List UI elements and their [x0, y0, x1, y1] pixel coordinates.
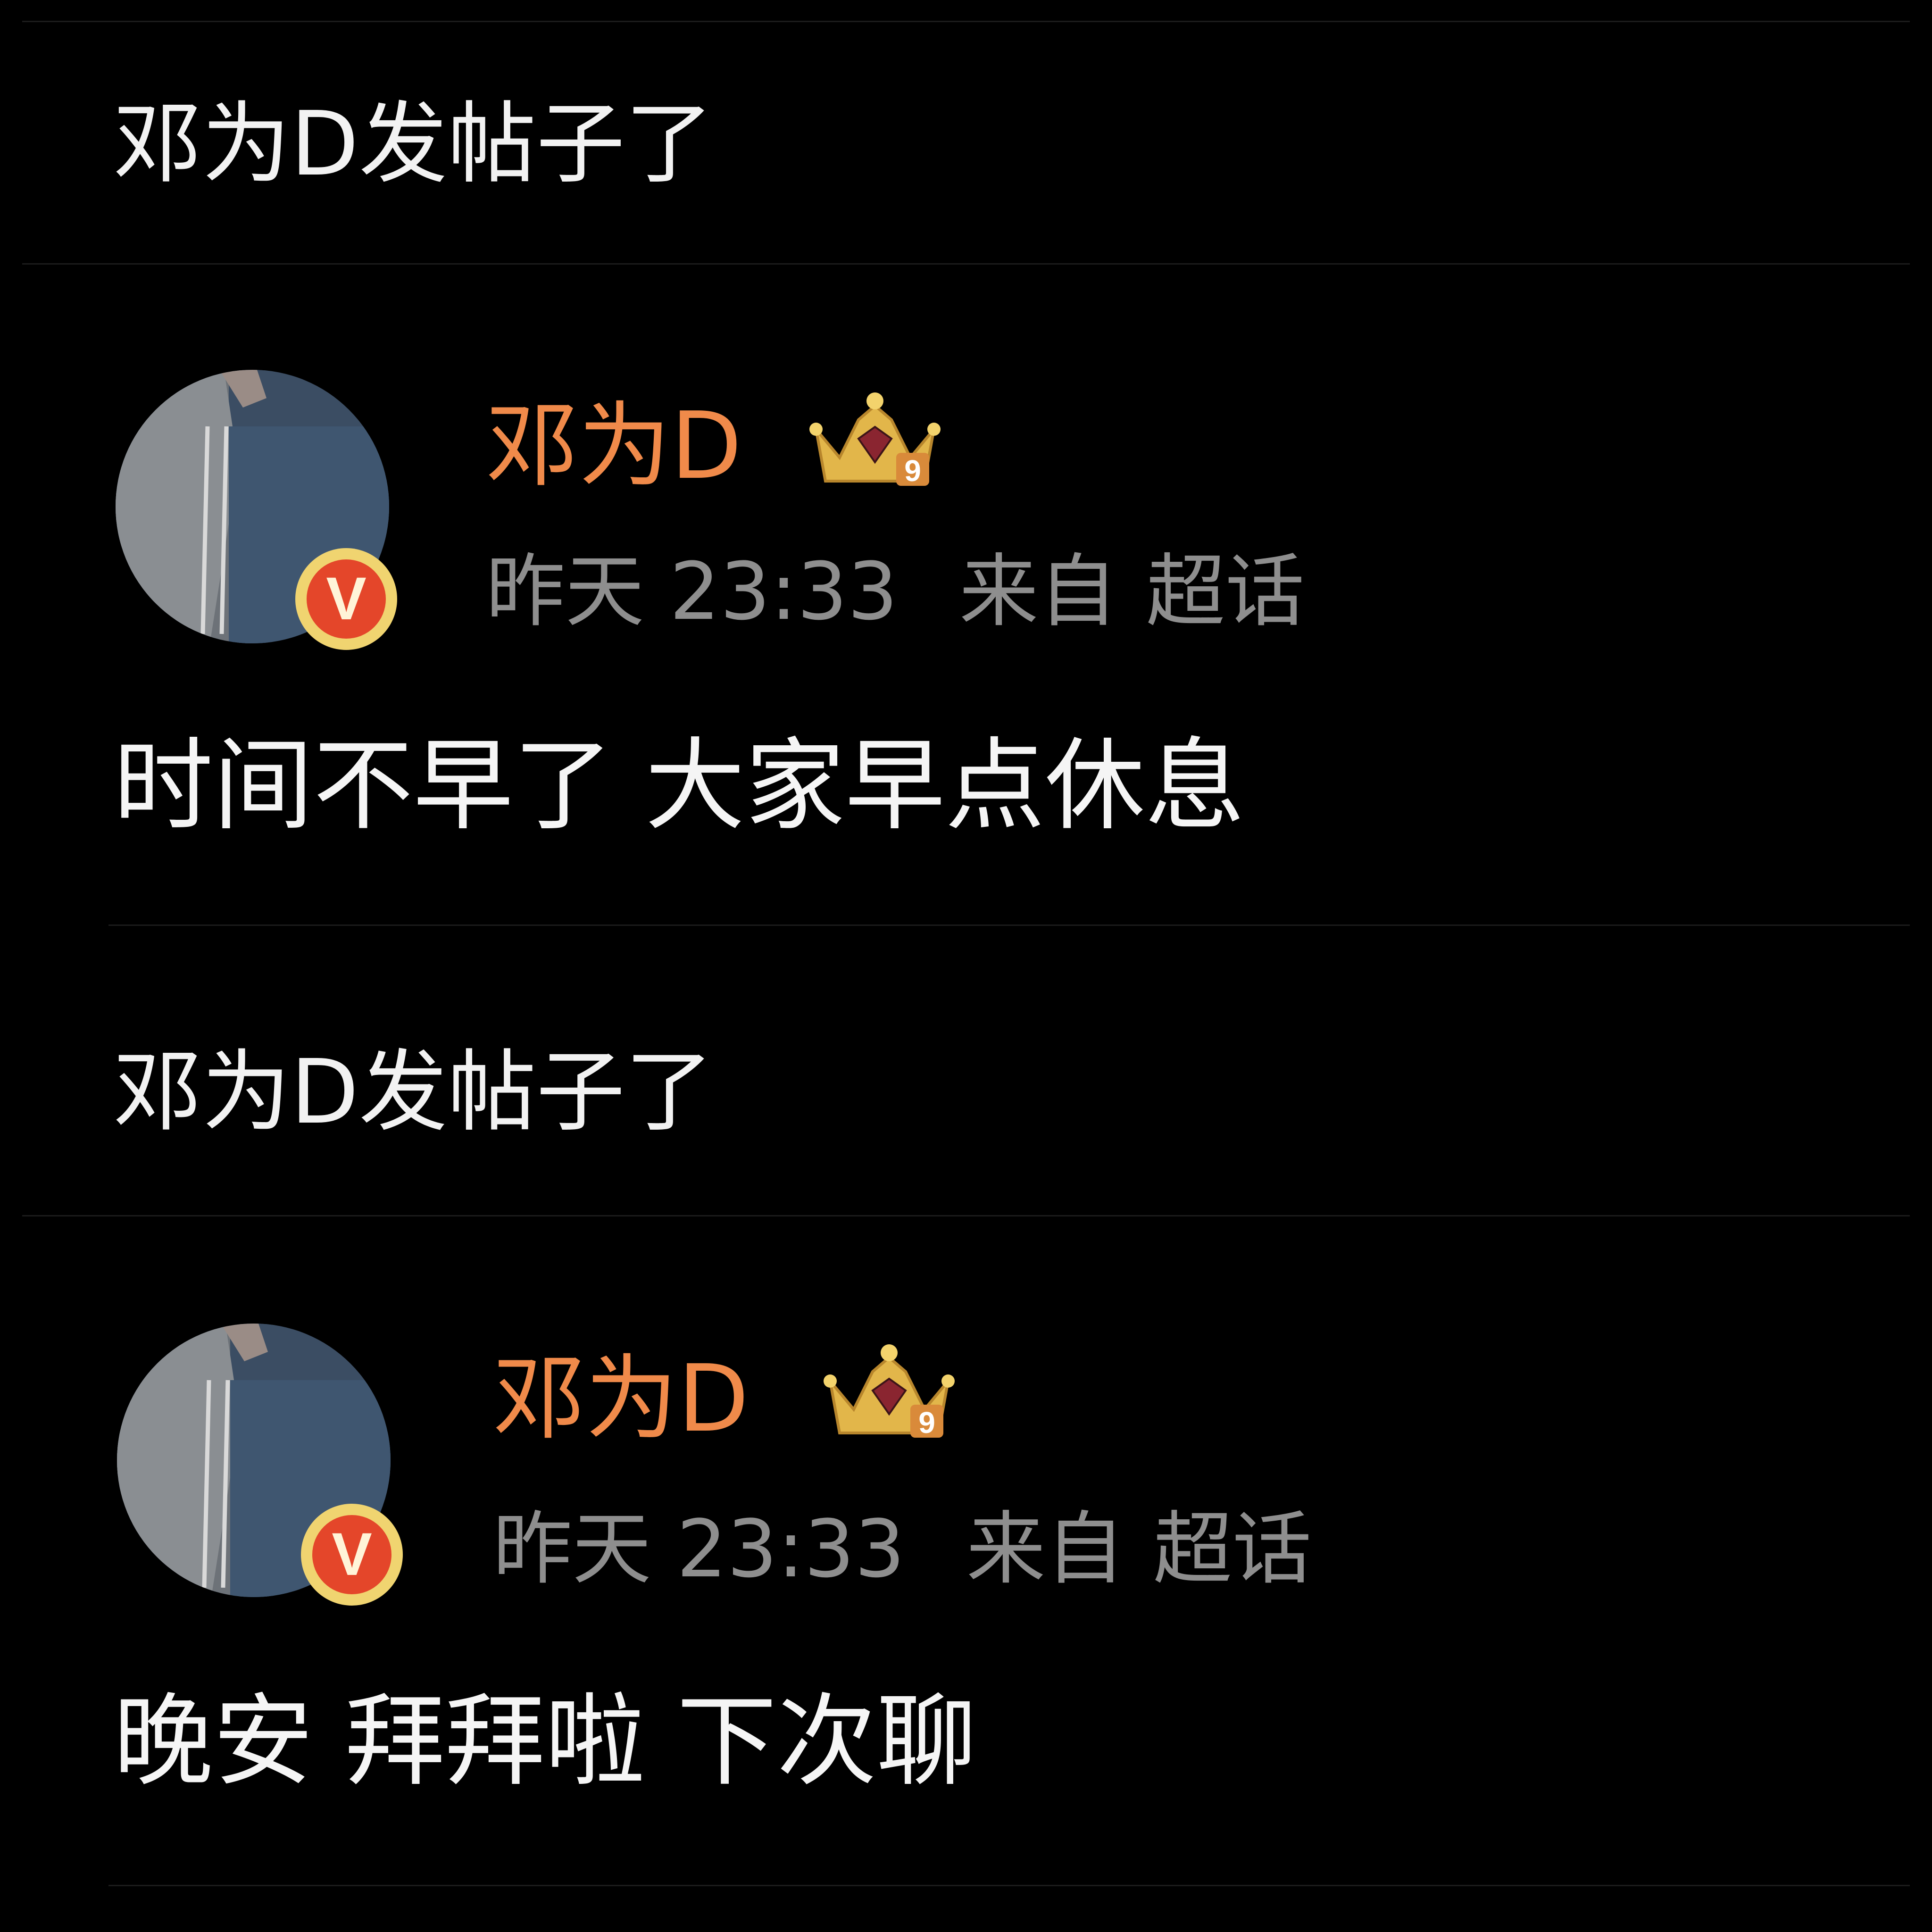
source-prefix: 来自: [966, 1503, 1125, 1595]
verified-badge-label: V: [312, 1515, 391, 1594]
source-link[interactable]: 超话: [1146, 552, 1305, 631]
post-content[interactable]: 晚安 拜拜啦 下次聊: [113, 1691, 977, 1791]
source-prefix: 来自: [959, 545, 1118, 638]
post-notice[interactable]: 邓为D发帖子了: [113, 1048, 714, 1137]
post-meta: 昨天 23:33 来自 超话: [493, 1509, 1312, 1589]
post-notice[interactable]: 邓为D发帖子了: [113, 100, 714, 189]
source-link[interactable]: 超话: [1153, 1509, 1312, 1589]
username[interactable]: 邓为D: [493, 1353, 749, 1445]
verified-badge-icon: V: [295, 548, 397, 650]
feed-page: 邓为D发帖子了 V 邓为D 9 昨天 23:33 来自 超话 时间不早了 大家早点休…: [0, 0, 1932, 1932]
crown-level-badge-icon: 9: [824, 1344, 955, 1440]
post-time: 昨天 23:33: [486, 545, 898, 638]
post-time: 昨天 23:33: [493, 1503, 905, 1595]
level-number: 9: [904, 454, 921, 488]
post-meta: 昨天 23:33 来自 超话: [486, 552, 1305, 631]
verified-badge-label: V: [307, 559, 386, 639]
post-content[interactable]: 时间不早了 大家早点休息: [113, 736, 1245, 836]
verified-badge-icon: V: [301, 1504, 403, 1606]
level-number: 9: [918, 1406, 935, 1440]
divider: [22, 21, 1910, 22]
crown-level-badge-icon: 9: [809, 392, 941, 488]
divider: [22, 263, 1910, 265]
divider: [108, 1885, 1910, 1886]
username[interactable]: 邓为D: [486, 400, 742, 492]
divider: [108, 924, 1910, 926]
divider: [22, 1215, 1910, 1216]
